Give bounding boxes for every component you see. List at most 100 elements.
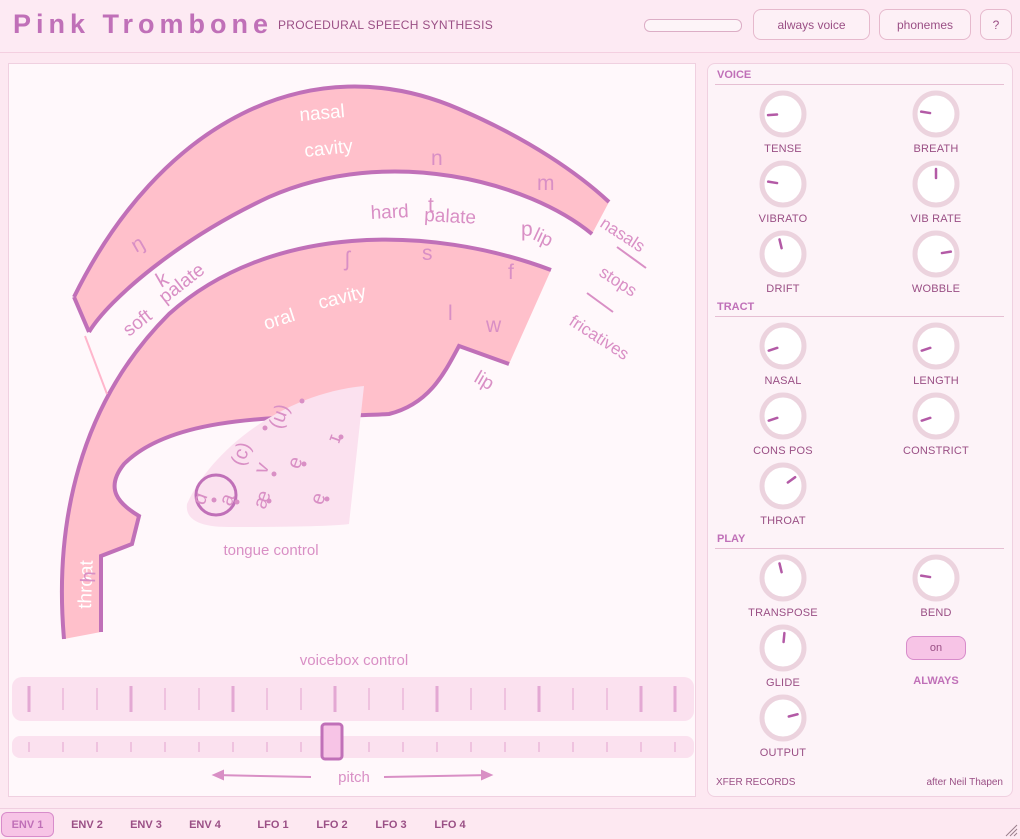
- knob-indicator: [940, 250, 953, 255]
- knob-constrict[interactable]: CONSTRICT: [871, 391, 1001, 457]
- always-voice-button[interactable]: always voice: [753, 9, 870, 40]
- knob-label: OUTPUT: [759, 747, 807, 759]
- help-button[interactable]: ?: [980, 9, 1012, 40]
- consonant-s[interactable]: s: [422, 242, 433, 265]
- knob-label: VIBRATO: [758, 213, 808, 225]
- app-title: Pink Trombone: [13, 9, 274, 39]
- knob-label: TRANSPOSE: [748, 607, 818, 619]
- knob-dial-icon[interactable]: [758, 229, 808, 279]
- consonant-t[interactable]: t: [428, 194, 434, 217]
- consonant-m[interactable]: m: [537, 172, 555, 195]
- pitch-label: pitch: [338, 769, 370, 786]
- consonant-n[interactable]: n: [431, 147, 443, 170]
- knob-ring: [912, 230, 960, 278]
- knob-breath[interactable]: BREATH: [871, 89, 1001, 155]
- knob-indicator: [766, 180, 779, 185]
- label-lip-lower: lip: [471, 367, 498, 395]
- header-bar: Pink Trombone PROCEDURAL SPEECH SYNTHESI…: [0, 0, 1020, 53]
- vocal-tract-svg[interactable]: nasal cavity oral cavity throat hard pal…: [9, 64, 697, 798]
- label-hard: hard: [370, 201, 409, 224]
- knob-wobble[interactable]: WOBBLE: [871, 229, 1001, 295]
- knob-dial-icon[interactable]: [758, 553, 808, 603]
- knob-dial-icon[interactable]: [758, 693, 808, 743]
- knob-glide[interactable]: GLIDE: [718, 623, 848, 689]
- phonemes-button[interactable]: phonemes: [879, 9, 971, 40]
- knob-dial-icon[interactable]: [758, 159, 808, 209]
- knob-dial-icon[interactable]: [758, 623, 808, 673]
- knob-dial-icon[interactable]: [911, 89, 961, 139]
- knob-dial-icon[interactable]: [758, 461, 808, 511]
- knob-dial-icon[interactable]: [911, 321, 961, 371]
- tract-panel[interactable]: nasal cavity oral cavity throat hard pal…: [8, 63, 696, 797]
- tab-env-4[interactable]: ENV 4: [180, 812, 230, 837]
- tab-env-3[interactable]: ENV 3: [121, 812, 171, 837]
- header-slider[interactable]: [644, 19, 742, 32]
- voicebox-bar[interactable]: [12, 677, 694, 721]
- tab-lfo-3[interactable]: LFO 3: [366, 812, 416, 837]
- consonant-h[interactable]: h: [77, 571, 100, 583]
- knob-drift[interactable]: DRIFT: [718, 229, 848, 295]
- tract-section-title: TRACT: [717, 301, 755, 313]
- tab-env-2[interactable]: ENV 2: [62, 812, 112, 837]
- tab-lfo-1[interactable]: LFO 1: [248, 812, 298, 837]
- modulation-tab-bar: ENV 1 ENV 2 ENV 3 ENV 4 LFO 1 LFO 2 LFO …: [0, 808, 1020, 839]
- knob-ring: [759, 392, 807, 440]
- label-fricatives: fricatives: [566, 311, 633, 363]
- knob-dial-icon[interactable]: [758, 391, 808, 441]
- knob-indicator: [782, 631, 786, 644]
- knob-output[interactable]: OUTPUT: [718, 693, 848, 759]
- knob-vib-rate[interactable]: VIB RATE: [871, 159, 1001, 225]
- knob-label: GLIDE: [765, 677, 800, 689]
- knob-ring: [759, 322, 807, 370]
- voice-section-title: VOICE: [717, 69, 752, 81]
- knob-ring: [912, 554, 960, 602]
- knob-transpose[interactable]: TRANSPOSE: [718, 553, 848, 619]
- consonant-p[interactable]: p: [521, 218, 533, 241]
- knob-ring: [759, 230, 807, 278]
- knob-nasal[interactable]: NASAL: [718, 321, 848, 387]
- knob-dial-icon[interactable]: [911, 553, 961, 603]
- tab-lfo-4[interactable]: LFO 4: [425, 812, 475, 837]
- knob-vibrato[interactable]: VIBRATO: [718, 159, 848, 225]
- always-label: ALWAYS: [913, 675, 959, 687]
- pitch-bar[interactable]: [12, 736, 694, 758]
- knob-dial-icon[interactable]: [911, 391, 961, 441]
- label-lip-upper: lip: [530, 224, 556, 251]
- footer-credit: after Neil Thapen: [926, 777, 1003, 788]
- tab-env-1[interactable]: ENV 1: [1, 812, 54, 837]
- knob-dial-icon[interactable]: [911, 159, 961, 209]
- tab-lfo-2[interactable]: LFO 2: [307, 812, 357, 837]
- resize-grip-icon[interactable]: [1004, 823, 1018, 837]
- knob-label: CONSTRICT: [903, 445, 969, 457]
- knob-label: LENGTH: [913, 375, 959, 387]
- knob-label: VIB RATE: [910, 213, 962, 225]
- knob-bend[interactable]: BEND: [871, 553, 1001, 619]
- knob-ring: [912, 392, 960, 440]
- app-subtitle: PROCEDURAL SPEECH SYNTHESIS: [278, 18, 494, 32]
- knob-dial-icon[interactable]: [758, 321, 808, 371]
- knob-label: THROAT: [760, 515, 806, 527]
- label-stops: stops: [596, 262, 640, 300]
- knob-tense[interactable]: TENSE: [718, 89, 848, 155]
- consonant-f[interactable]: f: [508, 261, 514, 284]
- knob-length[interactable]: LENGTH: [871, 321, 1001, 387]
- knob-indicator: [766, 113, 779, 117]
- knob-dial-icon[interactable]: [911, 229, 961, 279]
- knob-label: NASAL: [764, 375, 802, 387]
- play-section-title: PLAY: [717, 533, 746, 545]
- knob-ring: [759, 462, 807, 510]
- knob-ring: [912, 90, 960, 138]
- knob-throat[interactable]: THROAT: [718, 461, 848, 527]
- knob-label: BREATH: [913, 143, 959, 155]
- consonant-w[interactable]: w: [485, 314, 502, 337]
- pitch-handle[interactable]: [320, 722, 344, 761]
- always-on-toggle[interactable]: on: [906, 636, 966, 660]
- knob-cons-pos[interactable]: CONS POS: [718, 391, 848, 457]
- knob-indicator: [919, 574, 932, 579]
- play-section-divider: [715, 548, 1004, 549]
- knob-ring: [912, 322, 960, 370]
- label-throat: throat: [75, 559, 98, 609]
- knob-dial-icon[interactable]: [758, 89, 808, 139]
- consonant-l[interactable]: l: [448, 302, 453, 325]
- controls-panel: VOICE TENSE BREATH VIBRATO VIB RATE DRIF…: [707, 63, 1013, 797]
